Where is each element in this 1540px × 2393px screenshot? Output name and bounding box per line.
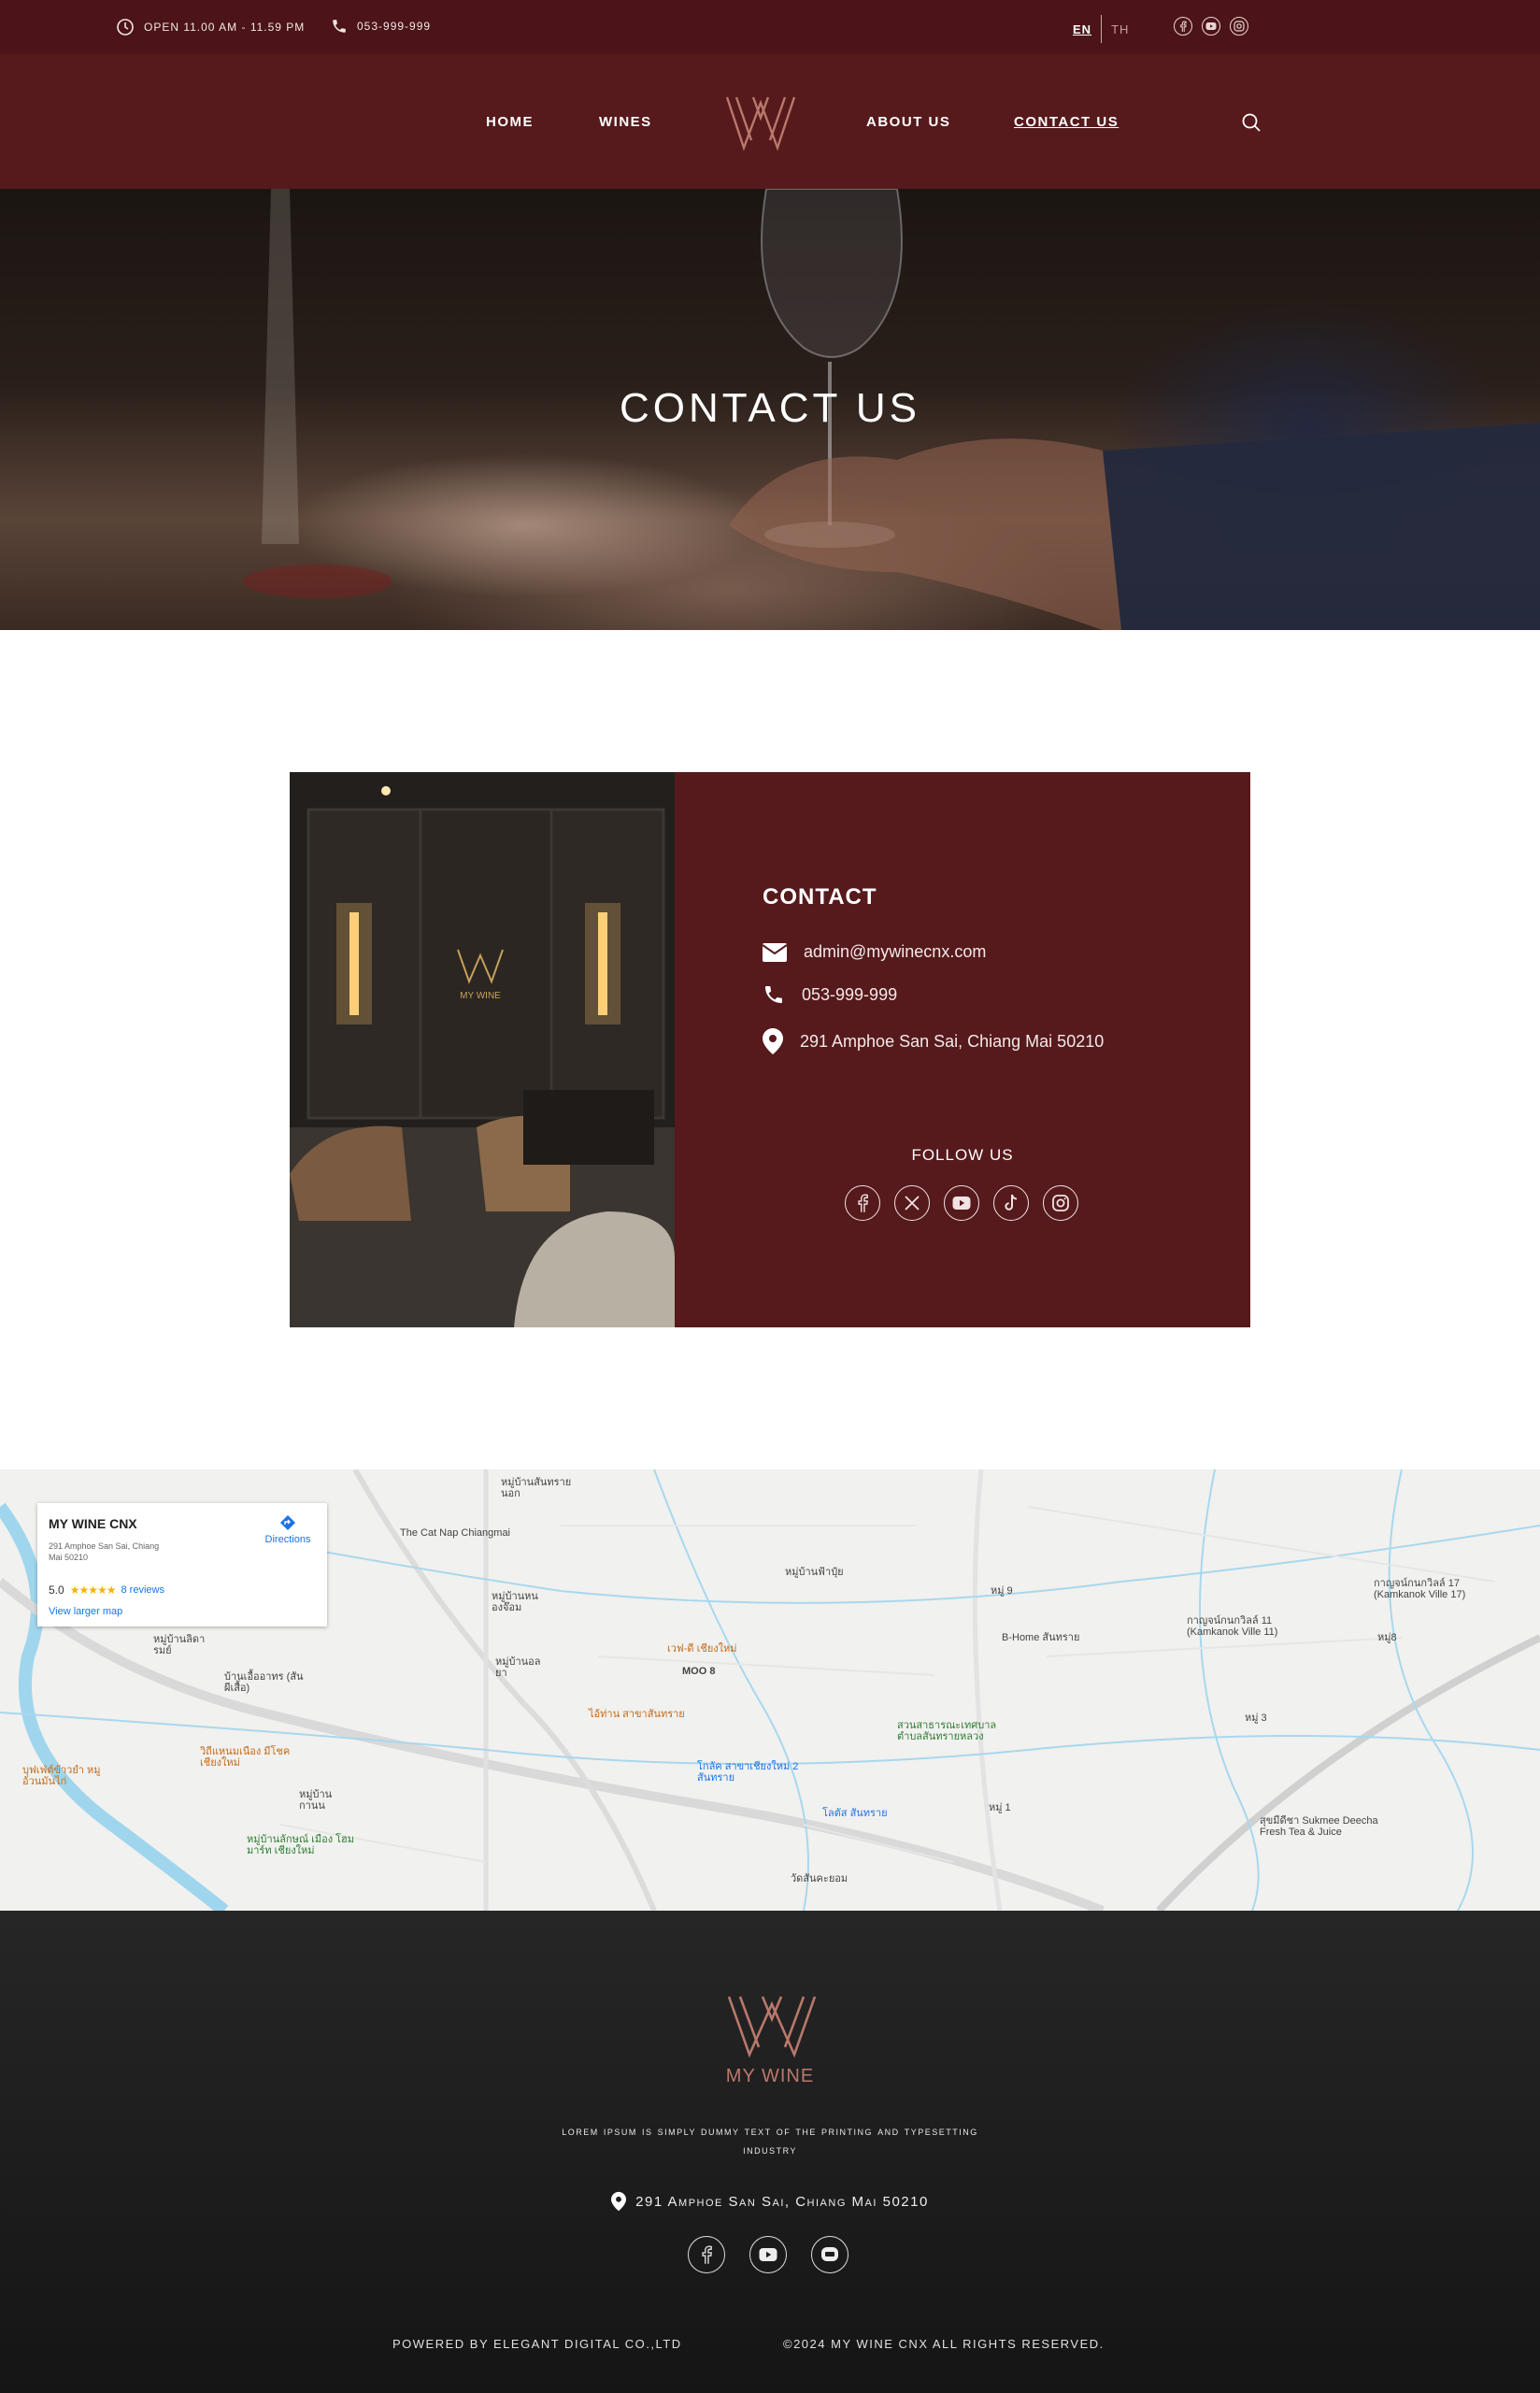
- lang-th-link[interactable]: TH: [1102, 22, 1129, 36]
- map-label-village5: วิถีแหนมเนือง มีโชค เชียงใหม่: [200, 1746, 291, 1769]
- map-label-moo9: หมู่ 9: [991, 1585, 1013, 1597]
- map-place-card: MY WINE CNX 291 Amphoe San Sai, Chiang M…: [37, 1503, 327, 1626]
- nav-wines[interactable]: WINES: [599, 114, 652, 130]
- contact-address-row: 291 Amphoe San Sai, Chiang Mai 50210: [763, 1028, 1104, 1054]
- footer-brand-name: MY WINE: [725, 2066, 815, 2086]
- lang-en-link[interactable]: EN: [1073, 22, 1101, 36]
- map-label-village1: หมู่บ้านสันทรายนอก: [501, 1477, 572, 1499]
- email-icon: [763, 942, 787, 962]
- map-label-moo8: MOO 8: [682, 1666, 716, 1677]
- clock-icon: [117, 19, 134, 36]
- facebook-icon[interactable]: [688, 2236, 725, 2273]
- map-place-name: MY WINE CNX: [49, 1516, 137, 1531]
- site-footer: MY WINE Lorem Ipsum is simply dummy text…: [0, 1911, 1540, 2393]
- map-label-moo3: หมู่ 3: [1245, 1712, 1267, 1724]
- youtube-icon[interactable]: [1202, 17, 1220, 36]
- footer-powered-by: POWERED BY ELEGANT DIGITAL CO.,LTD: [392, 2337, 682, 2351]
- map-label-lotus: โลตัส สันทราย: [822, 1808, 888, 1819]
- top-bar: OPEN 11.00 AM - 11.59 PM 053-999-999 EN …: [0, 0, 1540, 54]
- map-label-village4: บ้านเอื้ออาทร (สันผีเสื้อ): [224, 1671, 304, 1694]
- instagram-icon[interactable]: [1043, 1185, 1078, 1221]
- nav-contact[interactable]: CONTACT US: [1014, 114, 1119, 130]
- map-label-food1: เวฟ-ดี เชียงใหม่: [667, 1643, 737, 1655]
- map-label-moo1: หมู่ 1: [989, 1802, 1011, 1813]
- footer-logo[interactable]: [727, 1993, 817, 2058]
- page-title: CONTACT US: [620, 385, 920, 431]
- view-larger-map-link[interactable]: View larger map: [49, 1606, 122, 1617]
- photo-logo-text: MY WINE: [460, 991, 501, 1001]
- map-label-tesco: โกลัค สาขาเชียงใหม่ 2 สันทราย: [697, 1761, 799, 1784]
- map-rating-value: 5.0: [49, 1583, 64, 1597]
- map-label-village7: หมู่บ้านลักษณ์ เมือง โฮมมาร์ท เชียงใหม่: [247, 1834, 355, 1856]
- map-label-food2: ไอ้ท่าน สาขาสันทราย: [589, 1709, 685, 1720]
- map-label-village3: หมู่บ้านลิดารมย์: [153, 1634, 206, 1656]
- map-label-temple: วัดสันคะยอม: [791, 1873, 848, 1884]
- footer-tagline: Lorem Ipsum is simply dummy text of the …: [562, 2124, 978, 2157]
- contact-phone-row[interactable]: 053-999-999: [763, 983, 897, 1006]
- hero-banner: CONTACT US: [0, 189, 1540, 630]
- map-label-village9: หมู่บ้านอลยา: [495, 1656, 541, 1679]
- contact-address-text: 291 Amphoe San Sai, Chiang Mai 50210: [800, 1031, 1105, 1051]
- line-icon[interactable]: [811, 2236, 848, 2273]
- map-label-kamkanok11: กาญจน์กนกวิลล์ 11 (Kamkanok Ville 11): [1187, 1615, 1278, 1638]
- map-rating-stars: ★★★★★: [69, 1583, 117, 1597]
- location-pin-icon: [611, 2191, 627, 2212]
- main-nav: HOME WINES ABOUT US CONTACT US: [0, 54, 1540, 189]
- restaurant-photo: MY WINE: [290, 772, 675, 1327]
- opening-hours-text: OPEN 11.00 AM - 11.59 PM: [144, 21, 306, 34]
- brand-logo[interactable]: [725, 93, 796, 151]
- phone-icon: [765, 986, 782, 1003]
- facebook-icon[interactable]: [1174, 17, 1192, 36]
- line-icon[interactable]: [1230, 17, 1248, 36]
- footer-copyright: ©2024 MY WINE CNX ALL RIGHTS RESERVED.: [783, 2337, 1105, 2351]
- map-label-village6: บุฟเฟ่ต์ข้าวยำ หมู อ้วนมันไก่: [22, 1765, 101, 1787]
- opening-hours: OPEN 11.00 AM - 11.59 PM: [116, 18, 305, 36]
- map-label-deecha: สุขมีดีชา Sukmee Deecha Fresh Tea & Juic…: [1260, 1815, 1378, 1838]
- restaurant-interior-illustration: MY WINE: [290, 772, 675, 1327]
- map-place-address: 291 Amphoe San Sai, Chiang Mai 50210: [49, 1541, 160, 1562]
- map-label-village8: หมู่บ้านกานน: [299, 1789, 333, 1812]
- map-label-village10: หมู่บ้านหนองจ๊อม: [492, 1591, 538, 1613]
- map-directions-button[interactable]: Directions: [260, 1514, 316, 1545]
- map-label-kamkanok17: กาญจน์กนกวิลล์ 17 (Kamkanok Ville 17): [1374, 1578, 1466, 1600]
- map-reviews-link[interactable]: 8 reviews: [121, 1584, 164, 1596]
- top-socials: [1174, 17, 1248, 36]
- directions-icon: [280, 1515, 295, 1530]
- facebook-icon[interactable]: [845, 1185, 880, 1221]
- nav-about[interactable]: ABOUT US: [866, 114, 950, 130]
- contact-heading: CONTACT: [763, 884, 877, 910]
- top-phone[interactable]: 053-999-999: [331, 18, 431, 35]
- youtube-icon[interactable]: [944, 1185, 979, 1221]
- contact-panel: CONTACT admin@mywinecnx.com 053-999-999 …: [675, 772, 1250, 1327]
- tiktok-icon[interactable]: [993, 1185, 1029, 1221]
- follow-us-label: FOLLOW US: [911, 1146, 1014, 1164]
- google-map-embed[interactable]: The Cat Nap Chiangmai MOO 8 B-Home สันทร…: [0, 1469, 1540, 1911]
- map-label-bhome: B-Home สันทราย: [1002, 1632, 1080, 1643]
- nav-home[interactable]: HOME: [486, 114, 534, 130]
- location-pin-icon: [763, 1028, 783, 1054]
- footer-address: 291 Amphoe San Sai, Chiang Mai 50210: [0, 2191, 1540, 2212]
- map-label-moo8b: หมู่8: [1377, 1632, 1397, 1643]
- footer-socials: [688, 2236, 848, 2273]
- language-switcher: EN TH: [1073, 15, 1129, 43]
- contact-email-row[interactable]: admin@mywinecnx.com: [763, 942, 986, 962]
- phone-icon: [333, 20, 346, 33]
- contact-email-text: admin@mywinecnx.com: [804, 942, 987, 961]
- youtube-icon[interactable]: [749, 2236, 787, 2273]
- map-directions-label: Directions: [264, 1534, 311, 1545]
- map-label-catnap: The Cat Nap Chiangmai: [400, 1527, 511, 1539]
- top-phone-text: 053-999-999: [357, 20, 432, 33]
- x-icon[interactable]: [894, 1185, 930, 1221]
- contact-phone-text: 053-999-999: [802, 984, 898, 1004]
- map-rating: 5.0 ★★★★★ 8 reviews: [49, 1583, 164, 1597]
- footer-address-text: 291 Amphoe San Sai, Chiang Mai 50210: [635, 2193, 929, 2210]
- follow-icons: [845, 1185, 1078, 1221]
- map-label-village2: หมู่บ้านฟ้าปุ๋ย: [785, 1567, 844, 1578]
- map-label-park: สวนสาธารณะเทศบาล ตำบลสันทรายหลวง: [897, 1720, 997, 1742]
- search-icon[interactable]: [1241, 112, 1262, 133]
